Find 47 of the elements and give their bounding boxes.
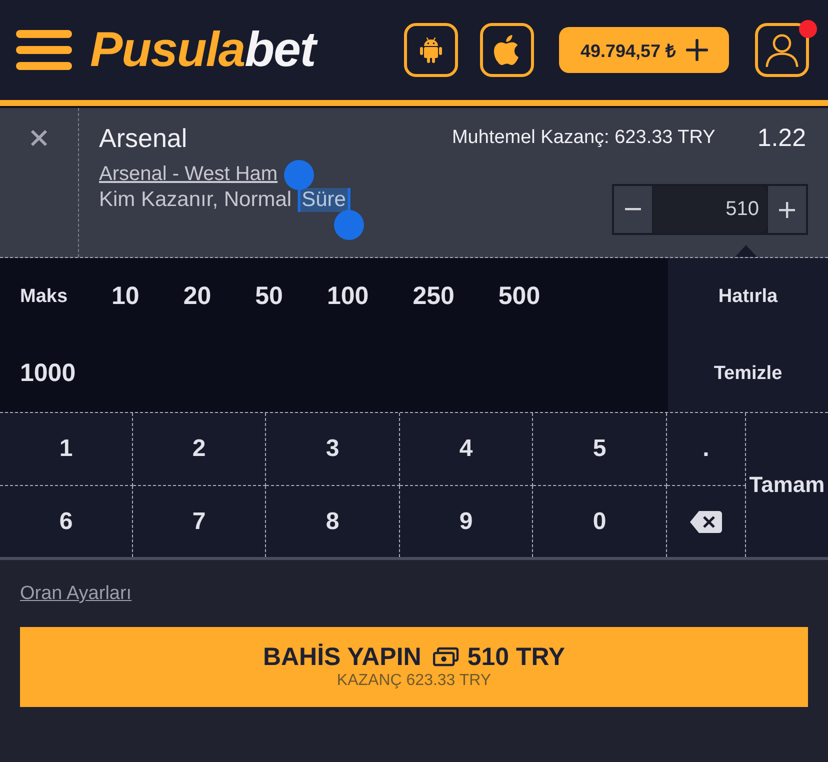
potential-winnings: Muhtemel Kazanç: 623.33 TRY [452, 127, 716, 149]
match-link[interactable]: Arsenal - West Ham [99, 162, 278, 186]
keypad-key[interactable]: 0 [533, 486, 667, 557]
increase-button[interactable] [768, 186, 806, 233]
quick-stake-button[interactable]: 500 [498, 258, 540, 335]
close-icon[interactable] [30, 129, 48, 147]
quick-stake-button[interactable]: 1000 [20, 335, 76, 412]
odds-settings-link[interactable]: Oran Ayarları [20, 582, 132, 606]
plus-icon [686, 39, 708, 61]
keypad-key[interactable]: 8 [266, 486, 400, 557]
keypad-key[interactable]: 5 [533, 413, 667, 486]
team-name: Arsenal [99, 122, 188, 154]
plus-icon [779, 202, 795, 218]
logo[interactable]: Pusulabet [90, 23, 316, 77]
odds-value: 1.22 [757, 124, 806, 152]
balance-button[interactable]: 49.794,57 ₺ [559, 27, 729, 73]
keypad-key[interactable]: 3 [266, 413, 400, 486]
selected-text: Süre [298, 188, 349, 212]
apple-app-button[interactable] [480, 23, 534, 77]
keypad-key[interactable]: 7 [133, 486, 266, 557]
keypad-key[interactable]: 4 [400, 413, 533, 486]
quick-stake-button[interactable]: 20 [183, 258, 212, 335]
market-label: Kim Kazanır, Normal [99, 188, 292, 212]
quick-stake-button[interactable]: Maks [20, 258, 68, 335]
backspace-icon [690, 510, 722, 532]
keypad-key[interactable]: 2 [133, 413, 266, 486]
apple-icon [494, 35, 520, 65]
cash-icon [433, 647, 460, 667]
quick-stake-button[interactable]: 250 [412, 258, 454, 335]
android-app-button[interactable] [404, 23, 458, 77]
quick-action-button[interactable]: Temizle [668, 335, 828, 412]
stake-input[interactable]: 510 [653, 186, 767, 233]
user-icon [765, 33, 799, 67]
place-bet-button[interactable]: BAHİS YAPIN 510 TRY KAZANÇ 623.33 TRY [20, 627, 808, 707]
keypad-key[interactable]: 1 [0, 413, 133, 486]
quick-action-button[interactable]: Hatırla [668, 258, 828, 335]
quick-stake-button[interactable]: 100 [326, 258, 369, 335]
keypad-key[interactable]: 6 [0, 486, 133, 557]
confirm-button[interactable]: Tamam [746, 413, 828, 557]
decrease-button[interactable] [614, 186, 652, 233]
keypad-key[interactable]: 9 [400, 486, 533, 557]
quick-stake-button[interactable]: 50 [255, 258, 283, 335]
minus-icon [625, 208, 641, 211]
menu-icon[interactable] [16, 30, 72, 70]
android-icon [419, 36, 443, 64]
quick-stake-button[interactable]: 10 [112, 258, 140, 335]
keypad-key[interactable]: . [667, 413, 746, 486]
